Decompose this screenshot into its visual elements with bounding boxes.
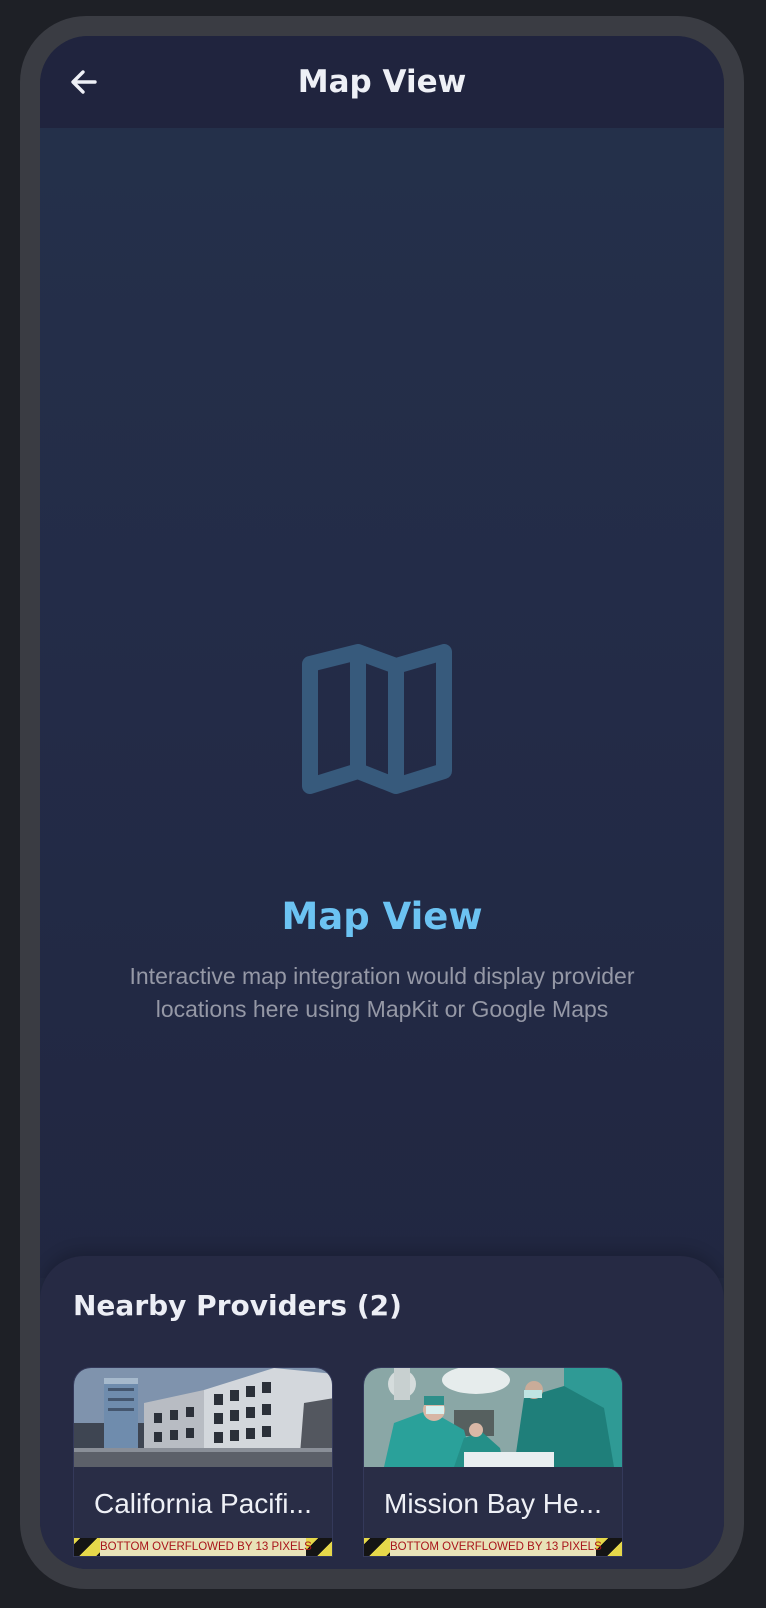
- provider-card[interactable]: Mission Bay He... BOTTOM OVERFLOWED BY 1…: [363, 1367, 623, 1557]
- phone-frame: Map View Map View Interactive map integr…: [20, 16, 744, 1589]
- map-placeholder: Map View Interactive map integration wou…: [40, 128, 724, 1278]
- overflow-warning-text: BOTTOM OVERFLOWED BY 13 PIXELS: [390, 1538, 602, 1556]
- nearby-providers-sheet: Nearby Providers (2) California Pacifi..…: [40, 1256, 724, 1569]
- map-description: Interactive map integration would displa…: [129, 963, 635, 1022]
- map-heading: Map View: [281, 895, 483, 938]
- screen: Map View Map View Interactive map integr…: [40, 36, 724, 1569]
- overflow-warning-text: BOTTOM OVERFLOWED BY 13 PIXELS: [100, 1538, 312, 1556]
- provider-name: California Pacifi...: [94, 1488, 312, 1519]
- map-icon: [302, 644, 452, 794]
- page-title: Map View: [297, 64, 467, 100]
- provider-card[interactable]: California Pacifi... BOTTOM OVERFLOWED B…: [73, 1367, 333, 1557]
- app-bar: Map View: [40, 36, 724, 128]
- provider-name: Mission Bay He...: [384, 1488, 602, 1519]
- building-photo: [74, 1368, 332, 1467]
- surgery-photo: [364, 1368, 622, 1467]
- section-title: Nearby Providers (2): [73, 1289, 402, 1322]
